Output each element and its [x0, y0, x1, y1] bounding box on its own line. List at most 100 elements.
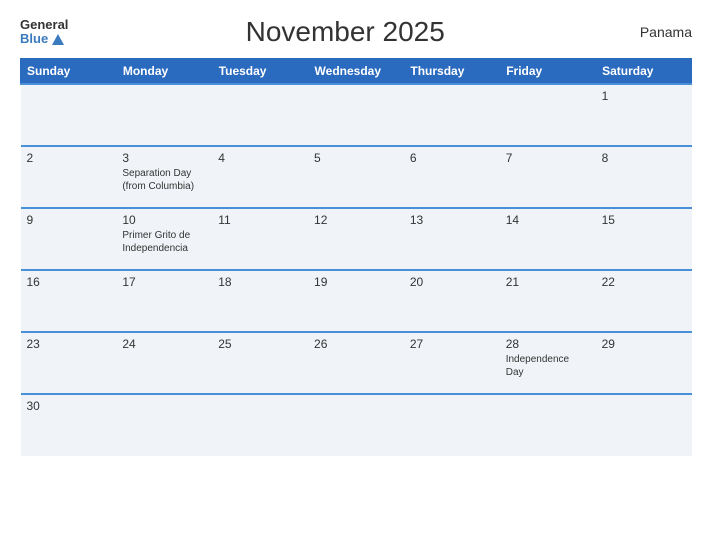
day-number: 8	[602, 151, 686, 165]
calendar-cell: 7	[500, 146, 596, 208]
calendar-cell: 15	[596, 208, 692, 270]
day-number: 0	[410, 399, 494, 413]
day-number: 0	[122, 399, 206, 413]
day-number: 0	[27, 89, 111, 103]
calendar-cell: 16	[21, 270, 117, 332]
day-number: 7	[506, 151, 590, 165]
calendar-cell: 23	[21, 332, 117, 394]
calendar-body: 000000123Separation Day (from Columbia)4…	[21, 84, 692, 456]
weekday-header-thursday: Thursday	[404, 59, 500, 85]
calendar-header: SundayMondayTuesdayWednesdayThursdayFrid…	[21, 59, 692, 85]
day-number: 18	[218, 275, 302, 289]
calendar-cell: 3 Separation Day (from Columbia)	[116, 146, 212, 208]
day-number: 15	[602, 213, 686, 227]
day-number: 11	[218, 213, 302, 227]
calendar-cell: 4	[212, 146, 308, 208]
logo: General Blue	[20, 18, 68, 47]
calendar-cell: 8	[596, 146, 692, 208]
day-number: 13	[410, 213, 494, 227]
day-number: 14	[506, 213, 590, 227]
logo-blue-text: Blue	[20, 32, 64, 46]
day-number: 20	[410, 275, 494, 289]
weekday-header-wednesday: Wednesday	[308, 59, 404, 85]
logo-general-text: General	[20, 18, 68, 32]
country-label: Panama	[622, 24, 692, 40]
day-number: 22	[602, 275, 686, 289]
calendar-cell: 0	[116, 394, 212, 456]
day-number: 28	[506, 337, 590, 351]
day-number: 5	[314, 151, 398, 165]
weekday-header-saturday: Saturday	[596, 59, 692, 85]
calendar-cell: 0	[404, 84, 500, 146]
calendar-cell: 0	[116, 84, 212, 146]
weekday-header-monday: Monday	[116, 59, 212, 85]
calendar-cell: 28Independence Day	[500, 332, 596, 394]
day-number: 0	[602, 399, 686, 413]
day-number: 0	[506, 89, 590, 103]
calendar-week-row: 30000000	[21, 394, 692, 456]
day-number: 21	[506, 275, 590, 289]
calendar-cell: 6	[404, 146, 500, 208]
day-number: 19	[314, 275, 398, 289]
calendar-cell: 20	[404, 270, 500, 332]
day-number: 0	[314, 89, 398, 103]
calendar-cell: 5	[308, 146, 404, 208]
day-number: 6	[410, 151, 494, 165]
calendar-cell: 0	[308, 394, 404, 456]
logo-triangle-icon	[52, 34, 64, 45]
day-number: 0	[218, 89, 302, 103]
day-number: 1	[602, 89, 686, 103]
day-number: 0	[314, 399, 398, 413]
calendar-cell: 1	[596, 84, 692, 146]
day-number: 9	[27, 213, 111, 227]
calendar-cell: 19	[308, 270, 404, 332]
day-number: 16	[27, 275, 111, 289]
day-number: 0	[410, 89, 494, 103]
calendar-cell: 22	[596, 270, 692, 332]
day-number: 23	[27, 337, 111, 351]
calendar-week-row: 16 17 18 19 20 21 22	[21, 270, 692, 332]
calendar-title: November 2025	[68, 16, 622, 48]
day-number: 24	[122, 337, 206, 351]
calendar-cell: 25	[212, 332, 308, 394]
day-number: 25	[218, 337, 302, 351]
day-number: 17	[122, 275, 206, 289]
calendar-cell: 2	[21, 146, 117, 208]
calendar-cell: 11	[212, 208, 308, 270]
calendar-cell: 0	[212, 84, 308, 146]
day-number: 4	[218, 151, 302, 165]
weekday-header-friday: Friday	[500, 59, 596, 85]
calendar-cell: 0	[21, 84, 117, 146]
calendar-cell: 0	[500, 84, 596, 146]
calendar-cell: 18	[212, 270, 308, 332]
day-number: 27	[410, 337, 494, 351]
calendar-week-row: 23 24 25 26 27 28Independence Day 29	[21, 332, 692, 394]
calendar-table: SundayMondayTuesdayWednesdayThursdayFrid…	[20, 58, 692, 456]
day-number: 26	[314, 337, 398, 351]
day-number: 0	[506, 399, 590, 413]
calendar-page: General Blue November 2025 Panama Sunday…	[0, 0, 712, 550]
calendar-cell: 9	[21, 208, 117, 270]
calendar-week-row: 0000001	[21, 84, 692, 146]
calendar-cell: 0	[308, 84, 404, 146]
day-number: 29	[602, 337, 686, 351]
day-number: 12	[314, 213, 398, 227]
day-number: 0	[218, 399, 302, 413]
calendar-cell: 0	[404, 394, 500, 456]
day-number: 0	[122, 89, 206, 103]
weekday-row: SundayMondayTuesdayWednesdayThursdayFrid…	[21, 59, 692, 85]
calendar-cell: 12	[308, 208, 404, 270]
calendar-cell: 13	[404, 208, 500, 270]
day-number: 2	[27, 151, 111, 165]
day-number: 10	[122, 213, 206, 227]
calendar-cell: 26	[308, 332, 404, 394]
calendar-cell: 29	[596, 332, 692, 394]
weekday-header-sunday: Sunday	[21, 59, 117, 85]
calendar-cell: 14	[500, 208, 596, 270]
calendar-cell: 24	[116, 332, 212, 394]
event-label: Separation Day (from Columbia)	[122, 168, 194, 192]
calendar-cell: 17	[116, 270, 212, 332]
day-number: 3	[122, 151, 206, 165]
calendar-cell: 21	[500, 270, 596, 332]
event-label: Primer Grito de Independencia	[122, 230, 190, 254]
